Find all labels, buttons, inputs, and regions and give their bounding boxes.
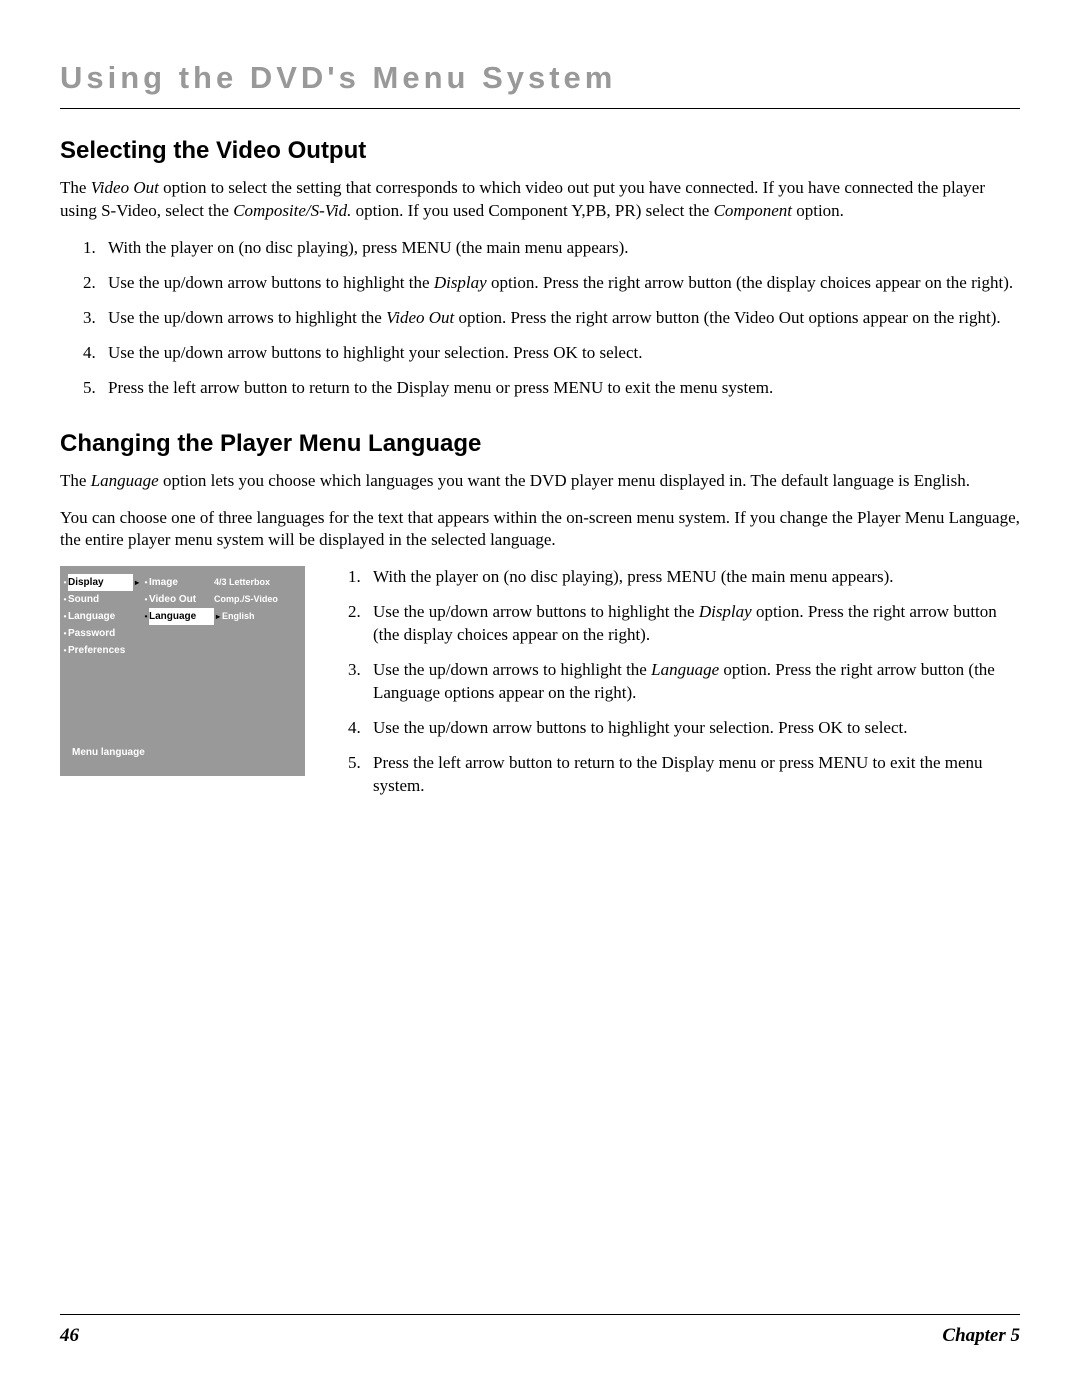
step: With the player on (no disc playing), pr…	[100, 237, 1020, 260]
menu-item-videoout: Video Out	[149, 591, 214, 608]
text: option. If you used Component Y,PB, PR) …	[351, 201, 713, 220]
menu-item-language2: Language	[149, 608, 214, 625]
menu-item-display: Display	[68, 574, 133, 591]
bullet-icon: •	[60, 625, 68, 642]
text-italic: Language	[651, 660, 719, 679]
bullet-icon: •	[60, 608, 68, 625]
step: Press the left arrow button to return to…	[100, 377, 1020, 400]
text: option. Press the right arrow button (th…	[454, 308, 1000, 327]
bullet-icon: •	[141, 608, 149, 625]
arrow-icon: ▸	[133, 574, 141, 591]
step: Use the up/down arrow buttons to highlig…	[100, 342, 1020, 365]
step: Press the left arrow button to return to…	[365, 752, 1020, 798]
text-italic: Video Out	[91, 178, 159, 197]
text: The	[60, 178, 91, 197]
menu-item-sound: Sound	[68, 591, 133, 608]
step: With the player on (no disc playing), pr…	[365, 566, 1020, 589]
arrow-icon	[133, 608, 141, 625]
menu-item-compsvideo: Comp./S-Video	[214, 591, 304, 608]
bullet-icon: •	[141, 574, 149, 591]
step: Use the up/down arrow buttons to highlig…	[365, 717, 1020, 740]
text: option lets you choose which languages y…	[159, 471, 970, 490]
step: Use the up/down arrows to highlight the …	[365, 659, 1020, 705]
text: option. Press the right arrow button (th…	[487, 273, 1013, 292]
text-italic: Component	[714, 201, 792, 220]
text: option.	[792, 201, 844, 220]
menu-label: Menu language	[72, 747, 145, 758]
menu-item-image: Image	[149, 574, 214, 591]
page-footer: 46 Chapter 5	[60, 1314, 1020, 1347]
text-italic: Video Out	[386, 308, 454, 327]
step: Use the up/down arrow buttons to highlig…	[100, 272, 1020, 295]
bullet-icon: •	[141, 591, 149, 608]
arrow-icon: ▸	[214, 608, 222, 625]
bullet-icon: •	[60, 574, 68, 591]
text: Use the up/down arrow buttons to highlig…	[373, 602, 699, 621]
step: Use the up/down arrows to highlight the …	[100, 307, 1020, 330]
section2-para2: You can choose one of three languages fo…	[60, 507, 1020, 553]
page-number: 46	[60, 1325, 79, 1347]
section2-intro: The Language option lets you choose whic…	[60, 470, 1020, 493]
menu-diagram: • Display ▸ • Image 4/3 Letterbox • Soun…	[60, 566, 305, 776]
text: Use the up/down arrows to highlight the	[108, 308, 386, 327]
bullet-icon: •	[60, 642, 68, 659]
text-italic: Display	[434, 273, 487, 292]
menu-item-language: Language	[68, 608, 133, 625]
text-italic: Display	[699, 602, 752, 621]
text-italic: Composite/S-Vid.	[233, 201, 351, 220]
text: Use the up/down arrows to highlight the	[373, 660, 651, 679]
bullet-icon: •	[60, 591, 68, 608]
text: The	[60, 471, 91, 490]
section1-intro: The Video Out option to select the setti…	[60, 177, 1020, 223]
section2-steps: With the player on (no disc playing), pr…	[365, 566, 1020, 798]
page-title: Using the DVD's Menu System	[60, 60, 1020, 96]
menu-item-letterbox: 4/3 Letterbox	[214, 574, 304, 591]
title-rule	[60, 108, 1020, 109]
section2-heading: Changing the Player Menu Language	[60, 430, 1020, 458]
section1-heading: Selecting the Video Output	[60, 137, 1020, 165]
menu-item-english: English	[222, 608, 302, 625]
text: Use the up/down arrow buttons to highlig…	[108, 273, 434, 292]
section1-steps: With the player on (no disc playing), pr…	[100, 237, 1020, 400]
text-italic: Language	[91, 471, 159, 490]
chapter-label: Chapter 5	[942, 1325, 1020, 1347]
step: Use the up/down arrow buttons to highlig…	[365, 601, 1020, 647]
menu-item-preferences: Preferences	[68, 642, 133, 659]
menu-item-password: Password	[68, 625, 133, 642]
arrow-icon	[133, 591, 141, 608]
